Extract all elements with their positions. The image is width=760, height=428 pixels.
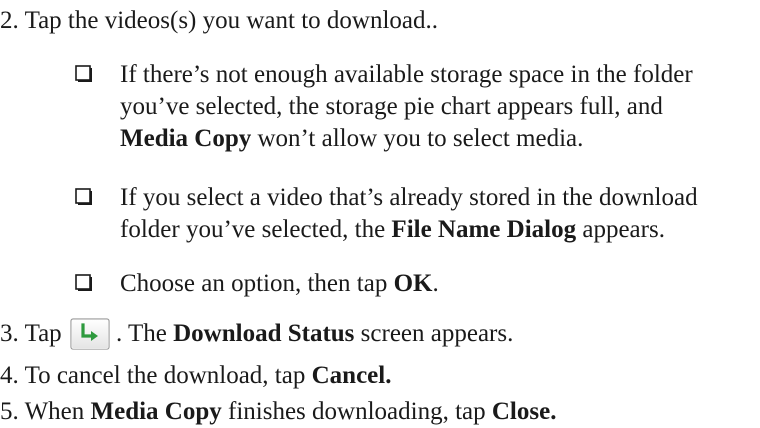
bullet-3-line-1: Choose an option, then tap OK.: [120, 268, 740, 300]
bullet-3-pre: Choose an option, then tap: [120, 270, 394, 297]
step-4-number: 4.: [0, 362, 19, 389]
step-3-number: 3.: [0, 320, 19, 347]
step-5-bold-1: Media Copy: [90, 398, 222, 425]
step-2-number: 2.: [0, 7, 19, 34]
bullet-1-bold: Media Copy: [120, 125, 252, 152]
bullet-3-post: .: [432, 270, 439, 297]
bullet-2-line-2-pre: folder you’ve selected, the: [120, 216, 392, 243]
bullet-2-line-2-post: appears.: [576, 216, 665, 243]
instruction-document: 2. Tap the videos(s) you want to downloa…: [0, 0, 760, 428]
step-5-mid: finishes downloading, tap: [221, 398, 492, 425]
step-3-pre: Tap: [24, 320, 62, 347]
step-5-number: 5.: [0, 398, 19, 425]
step-5: 5. When Media Copy finishes downloading,…: [0, 396, 740, 428]
bullet-text: Choose an option, then tap OK.: [120, 268, 740, 300]
bullet-2-line-2: folder you’ve selected, the File Name Di…: [120, 214, 740, 246]
step-2: 2. Tap the videos(s) you want to downloa…: [0, 5, 740, 37]
bullet-2-bold: File Name Dialog: [391, 216, 577, 243]
bullet-1-line-3: Media Copy won’t allow you to select med…: [120, 123, 740, 155]
step-4-bold: Cancel.: [311, 362, 392, 389]
step-4: 4. To cancel the download, tap Cancel.: [0, 360, 740, 392]
checkbox-bullet-icon: [75, 274, 92, 291]
step-3-post-2: screen appears.: [354, 320, 514, 347]
step-3: 3. Tap . The Download Status screen appe…: [0, 318, 740, 350]
step-4-pre: To cancel the download, tap: [24, 362, 312, 389]
step-2-text: Tap the videos(s) you want to download..: [24, 7, 439, 34]
step-3-bold: Download Status: [173, 320, 355, 347]
bullet-1-line-2: you’ve selected, the storage pie chart a…: [120, 93, 663, 120]
bullet-3-bold: OK: [393, 270, 433, 297]
step-5-bold-2: Close.: [491, 398, 557, 425]
checkbox-bullet-icon: [75, 188, 92, 205]
bullet-1-line-3-text: won’t allow you to select media.: [251, 125, 584, 152]
download-arrow-icon: [70, 318, 110, 350]
bullet-1-line-1: If there’s not enough available storage …: [120, 61, 693, 88]
checkbox-bullet-icon: [75, 65, 92, 82]
step-5-pre: When: [24, 398, 91, 425]
bullet-text: If there’s not enough available storage …: [120, 59, 740, 155]
step-3-post: . The: [115, 320, 174, 347]
bullet-text: If you select a video that’s already sto…: [120, 182, 740, 246]
bullet-2-line-1: If you select a video that’s already sto…: [120, 184, 698, 211]
